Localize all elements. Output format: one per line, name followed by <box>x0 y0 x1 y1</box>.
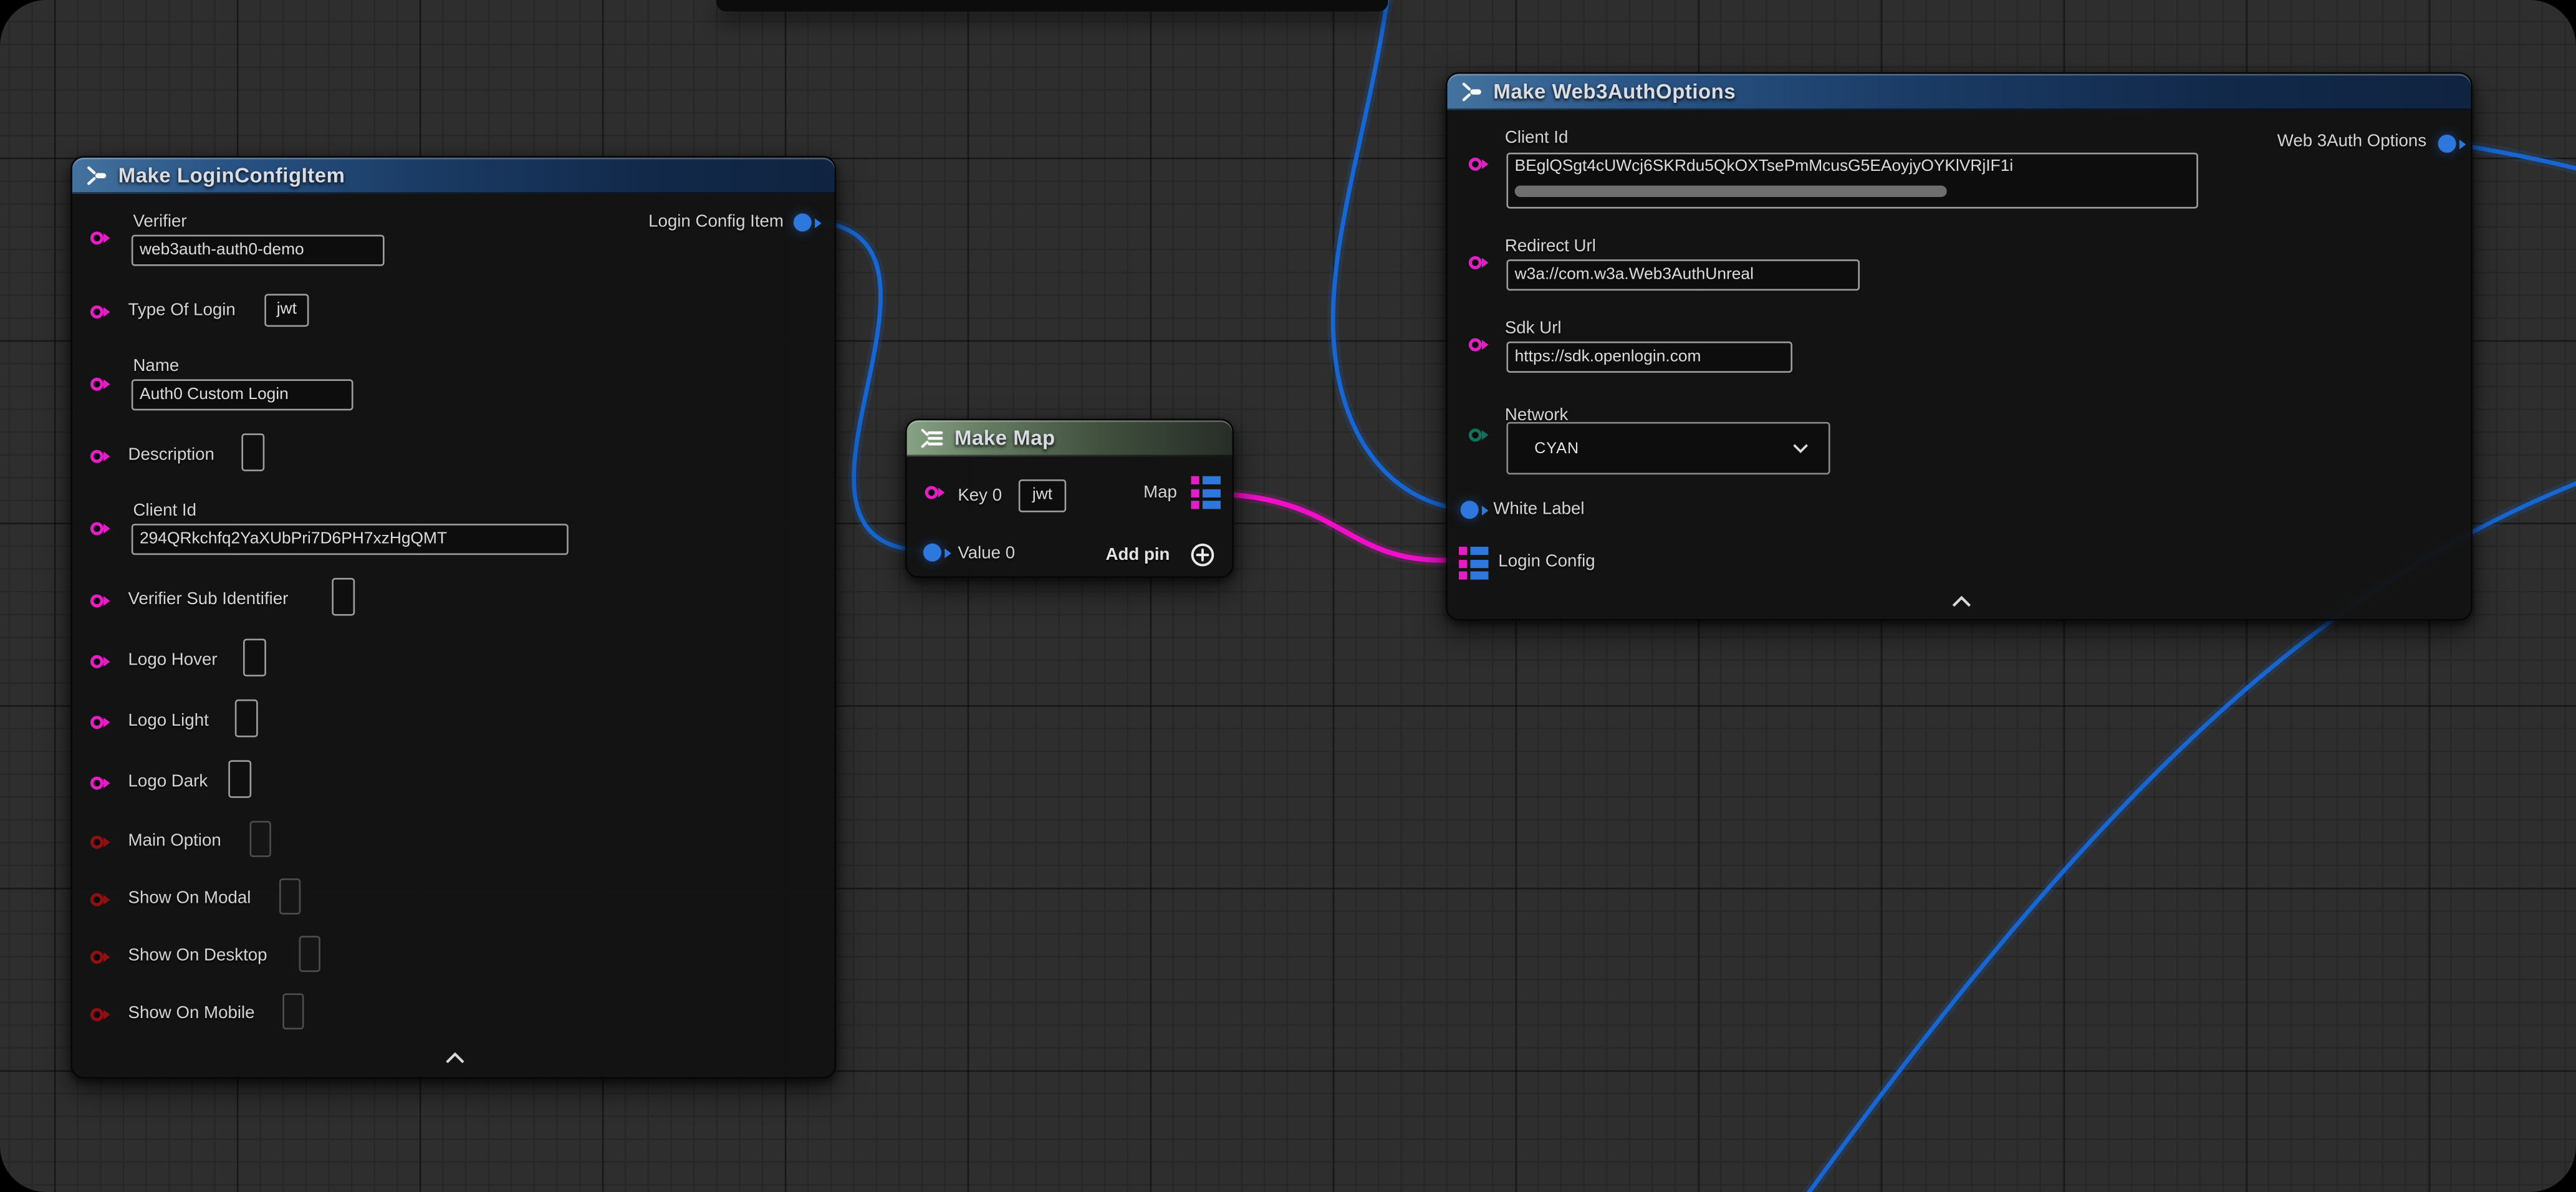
logo-hover-pin[interactable] <box>90 655 103 668</box>
pin-label-login-config: Login Config <box>1498 552 1595 572</box>
output-pin-label: Map <box>1143 483 1177 502</box>
node-make-web3authoptions[interactable]: Make Web3AuthOptions Web 3Auth Options C… <box>1446 72 2473 621</box>
name-field[interactable]: Auth0 Custom Login <box>132 379 353 410</box>
node-title: Make Web3AuthOptions <box>1493 80 1736 103</box>
show-on-mobile-checkbox[interactable] <box>282 993 304 1029</box>
node-make-map[interactable]: Make Map Key 0 jwt Map Value 0 Add pin <box>905 419 1234 578</box>
pin-label-show-on-mobile: Show On Mobile <box>128 1003 255 1023</box>
web-3auth-options-output-pin[interactable] <box>2438 135 2456 153</box>
name-pin[interactable] <box>90 378 103 391</box>
client-id-field[interactable]: 294QRkchfq2YaXUbPri7D6PH7xzHgQMT <box>132 524 569 555</box>
description-pin[interactable] <box>90 450 103 463</box>
type-of-login-pin[interactable] <box>90 305 103 319</box>
pin-label-white-label: White Label <box>1493 499 1584 519</box>
network-dropdown-value: CYAN <box>1534 423 1579 473</box>
pin-label-client-id: Client Id <box>1505 128 1569 148</box>
key-0-field[interactable]: jwt <box>1019 479 1066 512</box>
pin-label-main-option: Main Option <box>128 831 221 851</box>
pin-label-verifier: Verifier <box>133 212 186 232</box>
make-container-icon <box>918 427 944 450</box>
network-pin[interactable] <box>1469 428 1482 441</box>
node-header-make-loginconfigitem[interactable]: Make LoginConfigItem <box>72 158 835 194</box>
collapse-chevron-icon[interactable] <box>445 1052 465 1064</box>
pin-label-description: Description <box>128 445 214 465</box>
redirect-url-field[interactable]: w3a://com.w3a.Web3AuthUnreal <box>1506 259 1860 291</box>
pin-label-type-of-login: Type Of Login <box>128 300 236 320</box>
white-label-pin[interactable] <box>1461 501 1479 519</box>
login-config-item-output-pin[interactable] <box>794 213 812 231</box>
show-on-desktop-pin[interactable] <box>90 951 103 964</box>
description-field[interactable] <box>241 433 264 471</box>
make-struct-icon <box>84 164 108 187</box>
node-title: Make Map <box>954 427 1055 450</box>
key-0-pin[interactable] <box>925 486 938 499</box>
verifier-sub-identifier-pin[interactable] <box>90 594 103 607</box>
offscreen-node-fragment[interactable] <box>716 0 1388 11</box>
value-0-pin[interactable] <box>923 544 941 562</box>
chevron-down-icon <box>1792 443 1809 453</box>
show-on-desktop-checkbox[interactable] <box>299 936 320 972</box>
client-id-pin[interactable] <box>1469 158 1482 171</box>
pin-label-key-0: Key 0 <box>958 486 1002 506</box>
output-pin-label: Web 3Auth Options <box>2277 132 2426 151</box>
add-pin-plus-icon[interactable] <box>1189 542 1216 568</box>
add-pin-button[interactable]: Add pin <box>1105 545 1170 565</box>
client-id-pin[interactable] <box>90 522 103 535</box>
node-header-make-map[interactable]: Make Map <box>907 420 1233 456</box>
redirect-url-pin[interactable] <box>1469 256 1482 269</box>
logo-hover-field[interactable] <box>243 638 266 676</box>
pin-label-logo-light: Logo Light <box>128 711 209 731</box>
pin-label-show-on-desktop: Show On Desktop <box>128 946 267 966</box>
pin-label-verifier-sub-identifier: Verifier Sub Identifier <box>128 589 289 609</box>
show-on-modal-checkbox[interactable] <box>279 878 300 915</box>
client-id-field[interactable]: BEglQSgt4cUWcj6SKRdu5QkOXTsePmMcusG5EAoy… <box>1506 153 2198 209</box>
pin-label-redirect-url: Redirect Url <box>1505 236 1596 256</box>
show-on-mobile-pin[interactable] <box>90 1008 103 1021</box>
node-header-make-web3authoptions[interactable]: Make Web3AuthOptions <box>1448 74 2471 110</box>
pin-label-value-0: Value 0 <box>958 544 1015 564</box>
verifier-sub-identifier-field[interactable] <box>332 578 355 616</box>
node-title: Make LoginConfigItem <box>118 164 345 187</box>
node-make-loginconfigitem[interactable]: Make LoginConfigItem Login Config Item V… <box>70 156 836 1079</box>
collapse-chevron-icon[interactable] <box>1952 596 1972 607</box>
login-config-pin[interactable] <box>1459 547 1488 580</box>
logo-light-pin[interactable] <box>90 716 103 729</box>
map-output-pin[interactable] <box>1191 476 1221 509</box>
network-dropdown[interactable]: CYAN <box>1506 422 1830 474</box>
verifier-field[interactable]: web3auth-auth0-demo <box>132 235 385 266</box>
type-of-login-field[interactable]: jwt <box>264 294 309 327</box>
main-option-pin[interactable] <box>90 836 103 849</box>
logo-dark-field[interactable] <box>228 760 251 798</box>
screen-background: Make LoginConfigItem Login Config Item V… <box>0 0 2576 1192</box>
client-id-scrollbar[interactable] <box>1515 186 1947 197</box>
pin-label-client-id: Client Id <box>133 501 196 521</box>
main-option-checkbox[interactable] <box>250 821 271 857</box>
pin-label-show-on-modal: Show On Modal <box>128 888 251 908</box>
make-struct-icon <box>1459 80 1484 103</box>
logo-dark-pin[interactable] <box>90 777 103 790</box>
sdk-url-field[interactable]: https://sdk.openlogin.com <box>1506 342 1792 373</box>
sdk-url-pin[interactable] <box>1469 339 1482 352</box>
logo-light-field[interactable] <box>235 699 258 738</box>
pin-label-logo-dark: Logo Dark <box>128 772 208 792</box>
blueprint-graph-canvas[interactable]: Make LoginConfigItem Login Config Item V… <box>0 0 2576 1192</box>
pin-label-name: Name <box>133 356 179 376</box>
output-pin-label: Login Config Item <box>648 212 784 232</box>
pin-label-sdk-url: Sdk Url <box>1505 319 1562 339</box>
verifier-pin[interactable] <box>90 231 103 244</box>
pin-label-logo-hover: Logo Hover <box>128 650 218 670</box>
show-on-modal-pin[interactable] <box>90 893 103 906</box>
